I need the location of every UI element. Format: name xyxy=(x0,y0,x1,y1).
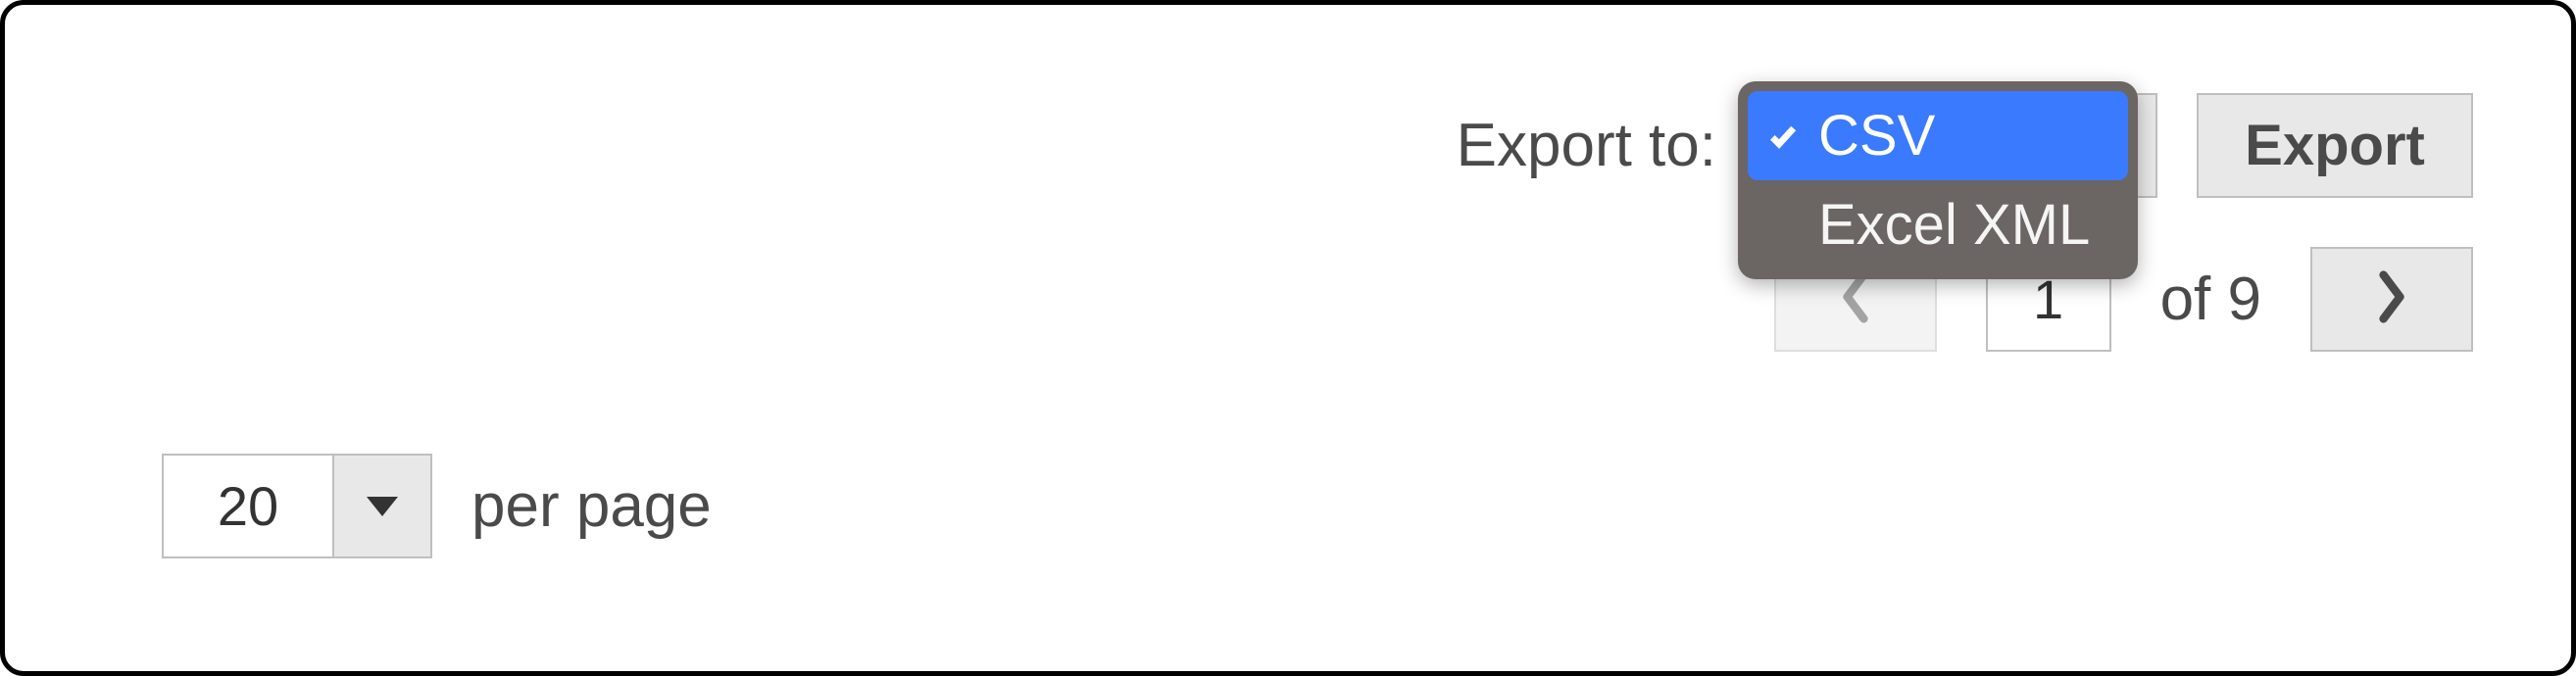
export-button[interactable]: Export xyxy=(2197,93,2473,198)
export-dropdown-menu: CSV Excel XML xyxy=(1738,81,2138,279)
page-size-section: 20 per page xyxy=(162,454,712,558)
export-select[interactable]: CSV Excel XML xyxy=(1756,93,2157,198)
export-option-excel-xml[interactable]: Excel XML xyxy=(1748,180,2128,269)
toolbar-container: 20 per page Export to: CSV xyxy=(0,0,2576,676)
export-button-label: Export xyxy=(2245,113,2425,178)
export-option-csv[interactable]: CSV xyxy=(1748,91,2128,180)
chevron-right-icon xyxy=(2372,269,2411,329)
total-pages-label: of 9 xyxy=(2160,265,2261,334)
per-page-label: per page xyxy=(471,471,712,541)
page-size-select[interactable]: 20 xyxy=(162,454,432,558)
export-option-label: Excel XML xyxy=(1818,192,2090,258)
page-size-value: 20 xyxy=(162,454,334,558)
page-size-dropdown-button[interactable] xyxy=(334,454,432,558)
export-option-label: CSV xyxy=(1818,103,1935,169)
next-page-button[interactable] xyxy=(2310,247,2473,352)
right-section: Export to: CSV Excel XML xyxy=(1457,93,2473,352)
caret-down-icon xyxy=(367,497,398,516)
export-to-label: Export to: xyxy=(1457,111,1716,180)
export-row: Export to: CSV Excel XML xyxy=(1457,93,2473,198)
checkmark-icon xyxy=(1765,121,1801,152)
